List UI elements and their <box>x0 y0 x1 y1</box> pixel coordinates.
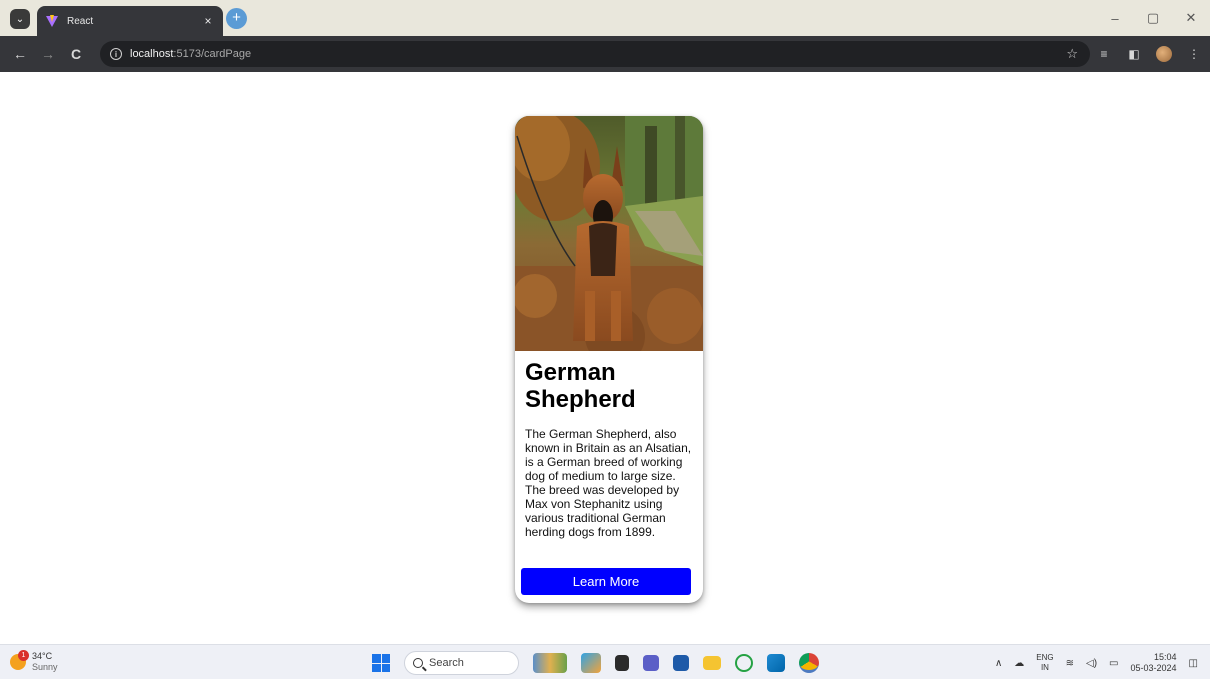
tab-react[interactable]: React × <box>37 6 223 36</box>
tab-search-icon[interactable]: ⌄ <box>10 9 30 29</box>
weather-temp: 34°C <box>32 651 53 661</box>
tab-title: React <box>67 15 94 27</box>
chevron-up-icon[interactable]: ∧ <box>995 658 1002 669</box>
clock-time: 15:04 <box>1154 652 1177 662</box>
address-bar[interactable]: i localhost :5173/cardPage ☆ <box>100 41 1090 67</box>
card-title: German Shepherd <box>525 359 636 413</box>
reload-button[interactable]: C <box>62 46 90 62</box>
vite-favicon-icon <box>45 14 59 28</box>
vscode-icon[interactable] <box>767 654 785 672</box>
german-shepherd-image <box>515 116 703 351</box>
cloud-icon[interactable]: ☁ <box>1014 658 1024 669</box>
whatsapp-icon[interactable] <box>735 654 753 672</box>
notifications-icon[interactable]: ◫ <box>1189 658 1198 669</box>
browser-toolbar: ← → C i localhost :5173/cardPage ☆ ≡ ◧ ⋮ <box>0 36 1210 72</box>
learn-more-button[interactable]: Learn More <box>521 568 691 595</box>
toolbar-right: ≡ ◧ ⋮ <box>1096 36 1202 72</box>
site-info-icon[interactable]: i <box>110 48 122 60</box>
side-panel-icon[interactable]: ◧ <box>1126 47 1142 61</box>
back-button[interactable]: ← <box>6 46 34 62</box>
forward-button[interactable]: → <box>34 46 62 62</box>
battery-icon[interactable]: ▭ <box>1109 658 1118 669</box>
volume-icon[interactable]: ◁) <box>1086 658 1097 669</box>
search-icon <box>413 658 423 668</box>
dog-card: German Shepherd The German Shepherd, als… <box>515 116 703 603</box>
page-viewport: German Shepherd The German Shepherd, als… <box>0 72 1210 644</box>
search-label: Search <box>429 657 464 669</box>
os-taskbar: 1 34°C Sunny Search ∧ ☁ ENG IN ≋ ◁) ▭ 15… <box>0 644 1210 679</box>
url-host: localhost <box>130 48 174 60</box>
tab-close-icon[interactable]: × <box>201 14 215 28</box>
store-icon[interactable] <box>673 655 689 671</box>
notification-badge: 1 <box>18 650 29 661</box>
teams-icon[interactable] <box>643 655 659 671</box>
card-description: The German Shepherd, also known in Brita… <box>525 427 692 539</box>
taskbar-search[interactable]: Search <box>404 651 519 675</box>
weather-condition: Sunny <box>32 662 58 672</box>
minimize-button[interactable]: – <box>1096 11 1134 26</box>
file-explorer-icon[interactable] <box>703 656 721 670</box>
bookmark-star-icon[interactable]: ☆ <box>1066 46 1078 62</box>
copilot-icon[interactable] <box>581 653 601 673</box>
clock[interactable]: 15:04 05-03-2024 <box>1131 652 1177 674</box>
close-window-button[interactable]: ✕ <box>1172 10 1210 26</box>
sun-icon: 1 <box>10 650 29 670</box>
task-view-icon[interactable] <box>615 655 629 671</box>
weather-widget[interactable]: 1 34°C Sunny <box>10 650 58 673</box>
windows-start-icon[interactable] <box>372 654 390 672</box>
reading-list-icon[interactable]: ≡ <box>1096 47 1112 61</box>
tab-strip: ⌄ React × + – ▢ ✕ <box>0 0 1210 36</box>
taskbar-apps: Search <box>372 649 819 677</box>
profile-avatar[interactable] <box>1156 46 1172 62</box>
card-body: German Shepherd The German Shepherd, als… <box>515 351 703 539</box>
system-tray: ∧ ☁ ENG IN ≋ ◁) ▭ 15:04 05-03-2024 ◫ <box>995 649 1198 677</box>
widgets-news-icon[interactable] <box>533 653 567 673</box>
wifi-icon[interactable]: ≋ <box>1066 658 1074 669</box>
menu-kebab-icon[interactable]: ⋮ <box>1186 47 1202 61</box>
window-controls: – ▢ ✕ <box>1096 0 1210 36</box>
clock-date: 05-03-2024 <box>1130 663 1177 673</box>
restore-button[interactable]: ▢ <box>1134 10 1172 26</box>
url-path: :5173/cardPage <box>173 48 252 60</box>
chrome-icon[interactable] <box>799 653 819 673</box>
language-indicator[interactable]: ENG IN <box>1036 653 1053 673</box>
new-tab-button[interactable]: + <box>226 8 247 29</box>
